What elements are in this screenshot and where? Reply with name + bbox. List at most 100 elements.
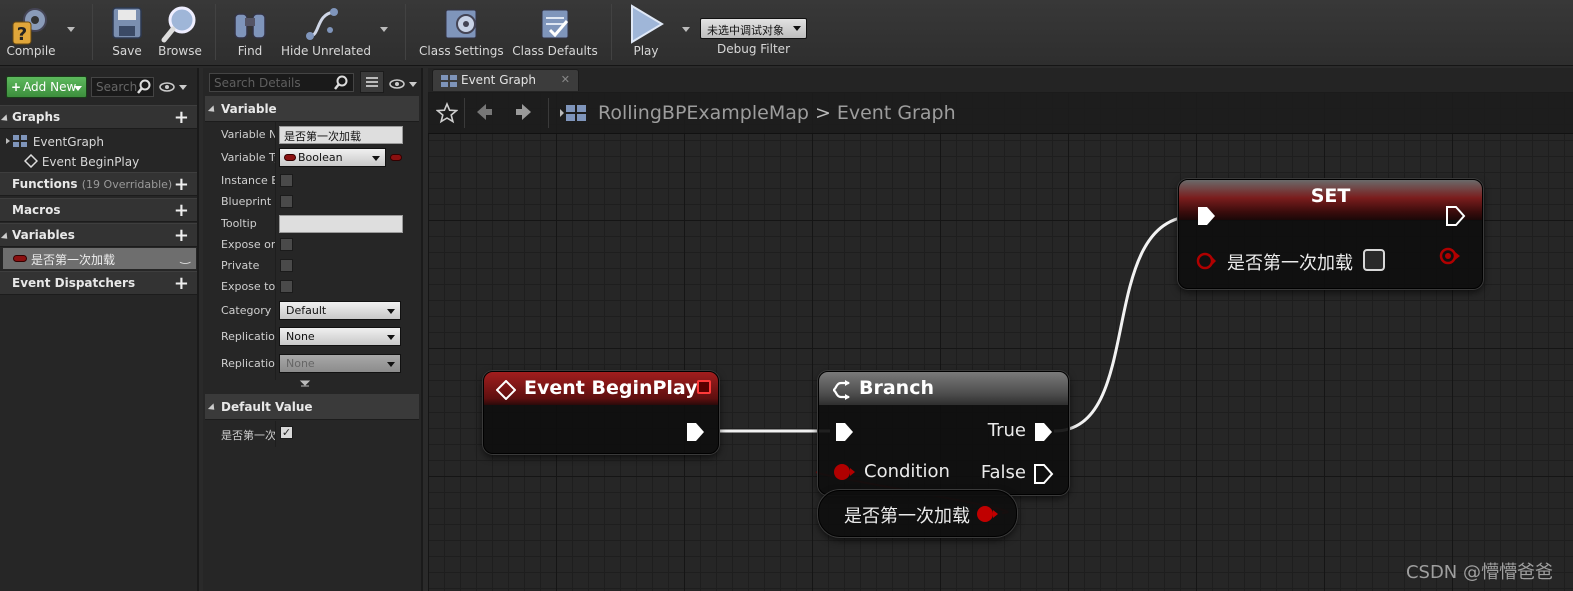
variable-section-header[interactable]: Variable — [205, 96, 419, 122]
chevron-down-icon — [387, 362, 395, 367]
exec-out-pin-icon[interactable] — [1444, 205, 1466, 227]
chevron-down-icon — [793, 26, 801, 31]
class-settings-button[interactable]: Class Settings — [419, 2, 504, 62]
variable-name-input[interactable]: 是否第一次加载 — [279, 126, 403, 144]
boolean-pill-icon — [13, 255, 27, 262]
class-settings-label: Class Settings — [419, 44, 504, 58]
exec-in-pin-icon[interactable] — [1195, 205, 1217, 227]
plus-icon: + — [11, 80, 22, 94]
event-diamond-icon — [496, 380, 516, 400]
close-icon[interactable]: ✕ — [561, 73, 570, 86]
search-icon[interactable] — [333, 75, 349, 91]
expand-arrow-icon — [207, 105, 218, 115]
variable-type-select[interactable]: Boolean — [279, 148, 386, 167]
browse-button[interactable]: Browse — [155, 2, 205, 62]
hide-unrelated-label: Hide Unrelated — [281, 44, 372, 58]
graph-canvas[interactable]: RollingBPExampleMap > Event Graph Event Be… — [428, 92, 1573, 591]
set-value-checkbox[interactable] — [1363, 249, 1385, 271]
functions-section-header[interactable]: Functions (19 Overridable) + — [0, 172, 197, 196]
event-dispatchers-label: Event Dispatchers — [12, 276, 136, 290]
variable-section-label: Variable — [221, 102, 277, 116]
bool-out-pin-icon[interactable] — [975, 504, 1003, 524]
play-label: Play — [633, 44, 659, 58]
replication-value: None — [286, 330, 315, 343]
variable-item-label: 是否第一次加载 — [31, 253, 116, 267]
play-options-arrow[interactable] — [682, 27, 690, 32]
instance-editable-checkbox[interactable] — [280, 174, 293, 187]
watermark: CSDN @懵懵爸爸 — [1405, 562, 1553, 583]
hide-unrelated-options-arrow[interactable] — [380, 27, 388, 32]
container-type-pill-icon[interactable] — [390, 154, 402, 161]
add-function-plus-icon[interactable]: + — [174, 174, 189, 195]
search-placeholder: Search — [96, 80, 138, 94]
add-dispatcher-plus-icon[interactable]: + — [174, 273, 189, 294]
save-icon — [112, 7, 142, 39]
replication-select[interactable]: None — [279, 327, 401, 346]
node-branch[interactable]: Branch True Condition False — [818, 371, 1069, 495]
exec-wire-branch-true-to-set — [1053, 214, 1197, 433]
default-value-section-header[interactable]: Default Value — [205, 394, 419, 420]
macros-section-header[interactable]: Macros + — [0, 198, 197, 222]
category-select[interactable]: Default — [279, 301, 401, 320]
add-macro-plus-icon[interactable]: + — [174, 200, 189, 221]
tree-item-event-beginplay[interactable]: Event BeginPlay — [23, 153, 139, 169]
expand-arrow-icon — [207, 403, 218, 413]
hide-unrelated-button[interactable]: Hide Unrelated — [281, 2, 372, 62]
hide-unrelated-icon — [306, 8, 338, 40]
tab-event-graph[interactable]: Event Graph ✕ — [432, 69, 579, 91]
column-divider — [275, 122, 276, 380]
replication-condition-value: None — [286, 357, 315, 370]
exec-out-pin-icon[interactable] — [684, 421, 706, 443]
variable-item[interactable]: 是否第一次加载 ‿ — [3, 248, 196, 269]
add-graph-plus-icon[interactable]: + — [174, 107, 189, 128]
node-get-variable[interactable]: 是否第一次加载 — [818, 490, 1017, 537]
functions-label: Functions — [12, 177, 78, 191]
eye-closed-icon[interactable]: ‿ — [180, 250, 190, 264]
add-variable-plus-icon[interactable]: + — [174, 225, 189, 246]
play-button[interactable]: Play — [620, 2, 672, 62]
event-graph-icon — [441, 75, 457, 87]
replication-condition-label: Replication Condition — [221, 357, 275, 370]
tooltip-input[interactable] — [279, 215, 403, 233]
delegate-pin-icon[interactable] — [697, 380, 711, 394]
tree-item-eventgraph[interactable]: EventGraph — [5, 134, 104, 149]
variables-section-header[interactable]: Variables + — [0, 223, 197, 247]
expose-on-spawn-checkbox[interactable] — [280, 238, 293, 251]
bool-condition-pin-icon[interactable] — [832, 462, 856, 482]
node-event-beginplay[interactable]: Event BeginPlay — [483, 371, 719, 454]
default-value-checkbox[interactable]: ✓ — [280, 426, 293, 439]
node-set[interactable]: SET 是否第一次加载 — [1178, 179, 1483, 289]
blueprint-read-only-checkbox[interactable] — [280, 195, 293, 208]
my-blueprint-panel: + Add New Search Graphs + EventGraph Even… — [0, 68, 199, 591]
save-button[interactable]: Save — [104, 2, 150, 62]
search-icon[interactable] — [136, 79, 152, 95]
eye-icon[interactable] — [159, 81, 189, 93]
add-new-button[interactable]: + Add New — [6, 76, 87, 98]
default-value-section-label: Default Value — [221, 400, 313, 414]
private-checkbox[interactable] — [280, 259, 293, 272]
advanced-expand-icon[interactable] — [299, 380, 311, 390]
variable-name-label: Variable Name — [221, 128, 275, 141]
find-button[interactable]: Find — [226, 2, 274, 62]
exec-false-pin-icon[interactable] — [1032, 463, 1054, 485]
bool-in-pin-icon[interactable] — [1195, 251, 1217, 271]
graphs-section-header[interactable]: Graphs + — [0, 105, 197, 129]
class-settings-icon — [445, 9, 477, 39]
exec-in-pin-icon[interactable] — [833, 421, 855, 443]
category-label: Category — [221, 304, 272, 317]
compile-button[interactable]: ? Compile — [2, 2, 60, 62]
event-diamond-icon — [23, 153, 39, 169]
eye-icon[interactable] — [389, 78, 419, 90]
expose-to-cinematics-checkbox[interactable] — [280, 280, 293, 293]
event-dispatchers-section-header[interactable]: Event Dispatchers + — [0, 271, 197, 295]
class-defaults-button[interactable]: Class Defaults — [512, 2, 598, 62]
exec-true-pin-icon[interactable] — [1032, 421, 1054, 443]
bool-out-pin-icon[interactable] — [1438, 246, 1464, 266]
class-defaults-label: Class Defaults — [512, 44, 598, 58]
variable-type-value: Boolean — [298, 151, 343, 164]
view-options-button[interactable] — [360, 71, 384, 93]
toolbar-divider — [215, 4, 216, 60]
variable-type-label: Variable Type — [221, 151, 275, 164]
compile-options-arrow[interactable] — [67, 27, 75, 32]
debug-filter-select[interactable]: 未选中调试对象 — [700, 18, 807, 39]
